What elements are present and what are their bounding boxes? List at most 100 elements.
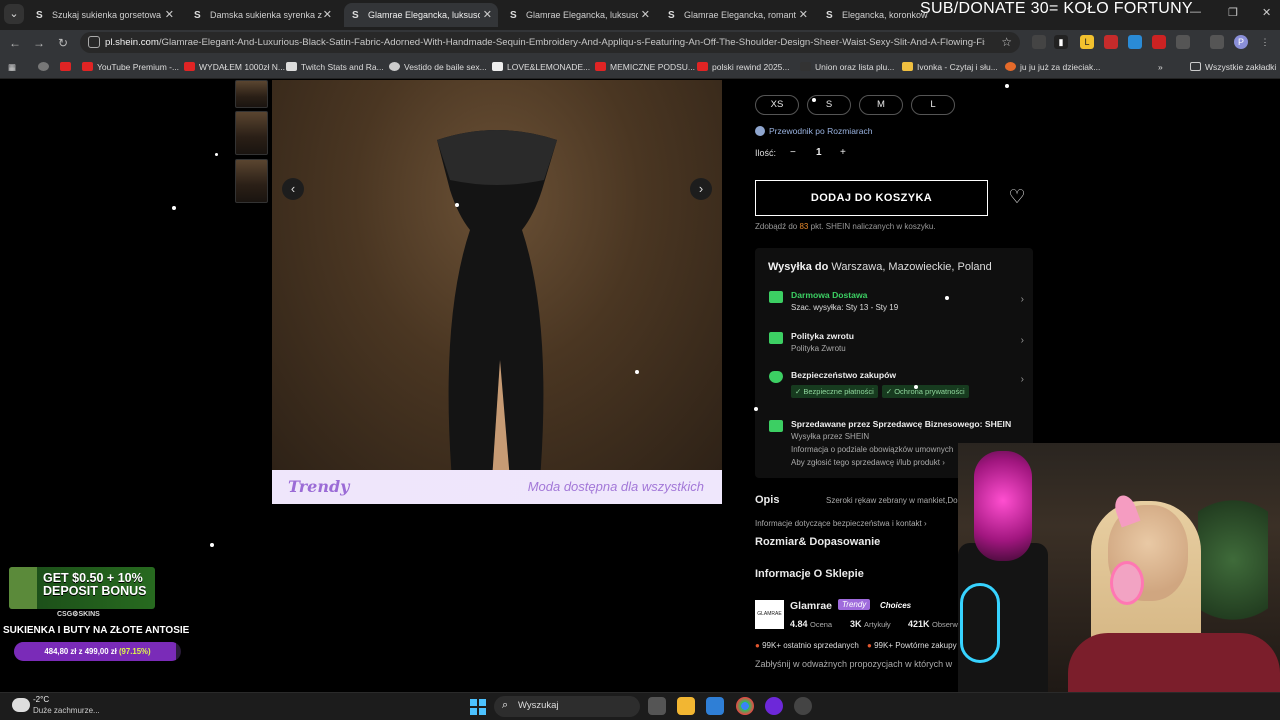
weather-desc[interactable]: Duże zachmurze... [33,706,100,715]
bookmark-star-icon[interactable]: ☆ [1001,35,1012,49]
extension-icon[interactable] [1152,35,1166,49]
site-info-icon[interactable] [88,36,100,48]
address-bar[interactable]: pl.shein.com/Glamrae-Elegant-And-Luxurio… [80,32,1020,53]
bookmark-youtube-premium[interactable]: YouTube Premium -... [82,60,179,74]
size-m-button[interactable]: M [859,95,903,115]
extensions-puzzle-icon[interactable] [1176,35,1190,49]
tab-search-button[interactable]: ⌄ [4,4,24,24]
points-info: Zdobądź do 83 pkt. SHEIN naliczanych w k… [755,222,936,231]
minimize-icon[interactable]: — [1190,6,1201,18]
bookmark-1[interactable] [60,60,75,74]
weather-temp[interactable]: -2°C [33,695,49,704]
size-fit-heading[interactable]: Rozmiar& Dopasowanie [755,536,880,548]
taskbar: -2°C Duże zachmurze... ⌕ Wyszukaj [0,692,1280,720]
forward-icon[interactable]: → [30,34,48,52]
returns-icon [769,332,783,344]
task-view-icon[interactable] [648,697,666,715]
shein-favicon-icon: S [826,10,833,21]
chrome-icon[interactable] [736,697,754,715]
youtube-icon [82,62,93,71]
store-icon[interactable] [706,697,724,715]
close-tab-icon[interactable]: ✕ [483,3,492,27]
store-logo[interactable]: GLAMRAE [755,600,784,629]
tab-title: Elegancka, koronkowa, [842,10,928,20]
add-to-cart-button[interactable]: DODAJ DO KOSZYKA [755,180,988,216]
quantity-label: Ilość: [755,148,777,158]
product-main-image[interactable]: ‹ › [272,80,722,470]
seller-contract-info[interactable]: Informacja o podziale obowiązków umownyc… [791,445,953,454]
bookmark-polski-rewind[interactable]: polski rewind 2025... [697,60,790,74]
snow-particle [812,98,816,102]
close-window-icon[interactable]: ✕ [1262,6,1271,19]
quantity-minus-button[interactable]: − [790,147,796,158]
close-tab-icon[interactable]: ✕ [165,3,174,27]
report-seller-link[interactable]: Aby zgłosić tego sprzedawcę i/lub produk… [791,458,945,467]
bookmark-memiczne[interactable]: MEMICZNE PODSU... [595,60,695,74]
tab-media-icon[interactable] [1210,35,1224,49]
file-explorer-icon[interactable] [677,697,695,715]
size-xs-button[interactable]: XS [755,95,799,115]
promo-line2: DEPOSIT BONUS [43,584,147,598]
recent-sales-text: 99K+ ostatnio sprzedanych [762,641,859,650]
product-thumbnail[interactable] [235,159,268,203]
maximize-icon[interactable]: ❐ [1228,6,1238,19]
tab-3[interactable]: S Glamrae Elegancka, luksusowa✕ [502,3,656,27]
size-l-button[interactable]: L [911,95,955,115]
profile-avatar[interactable]: P [1234,35,1248,49]
snow-particle [914,385,918,389]
shein-favicon-icon: S [668,10,675,21]
obs-icon[interactable] [765,697,783,715]
tab-0[interactable]: S Szukaj sukienka gorsetowa | SH✕ [28,3,180,27]
tab-title: Szukaj sukienka gorsetowa | SH [52,10,164,20]
trendy-banner[interactable]: Trendy Moda dostępna dla wszystkich [272,470,722,504]
bookmark-wydalem[interactable]: WYDAŁEM 1000zł N... [184,60,285,74]
tab-2-active[interactable]: S Glamrae Elegancka, luksusowa✕ [344,3,498,27]
prev-image-button[interactable]: ‹ [282,178,304,200]
apps-grid-icon[interactable]: ▦ [8,60,16,74]
size-guide-link[interactable]: Przewodnik po Rozmiarach [755,126,872,136]
all-bookmarks[interactable]: Wszystkie zakładki [1190,60,1276,74]
next-image-button[interactable]: › [690,178,712,200]
quantity-plus-button[interactable]: + [840,147,846,158]
bookmark-ivonka[interactable]: Ivonka - Czytaj i słu... [902,60,998,74]
chevron-right-icon: › [1020,294,1024,305]
menu-kebab-icon[interactable]: ⋮ [1258,35,1272,49]
description-heading[interactable]: Opis [755,494,779,506]
tab-title: Glamrae Elegancka, luksusowa [368,10,480,20]
product-thumbnail[interactable] [235,111,268,155]
extension-icon[interactable] [1104,35,1118,49]
bookmark-twitch-stats[interactable]: Twitch Stats and Ra... [286,60,384,74]
cloud-icon[interactable] [12,698,30,712]
bookmark-vestido[interactable]: Vestido de baile sex... [389,60,487,74]
extension-icon[interactable]: L [1080,35,1094,49]
back-icon[interactable]: ← [6,34,24,52]
extension-icon[interactable] [1128,35,1142,49]
taskbar-search[interactable]: ⌕ Wyszukaj [494,696,640,717]
wishlist-heart-icon[interactable]: ♡ [1000,184,1034,214]
shipping-title[interactable]: Wysyłka do Warszawa, Mazowieckie, Poland [768,261,992,273]
extension-icon[interactable]: ▮ [1054,35,1068,49]
bookmarks-overflow-icon[interactable]: » [1158,60,1163,74]
safety-info-link[interactable]: Informacje dotyczące bezpieczeństwa i ko… [755,519,927,528]
store-info-heading[interactable]: Informacje O Sklepie [755,568,864,580]
tab-4[interactable]: S Glamrae Elegancka, romantycz✕ [660,3,814,27]
product-thumbnail[interactable] [235,80,268,108]
tab-1[interactable]: S Damska sukienka syrenka z głę✕ [186,3,338,27]
bookmark-0[interactable] [38,60,53,74]
windows-start-icon[interactable] [470,699,486,715]
close-tab-icon[interactable]: ✕ [641,3,650,27]
youtube-icon [184,62,195,71]
bookmark-union[interactable]: Union oraz lista plu... [800,60,894,74]
bookmark-ju-ju[interactable]: ju ju już za dzieciak... [1005,60,1100,74]
close-tab-icon[interactable]: ✕ [323,3,332,27]
tab-5[interactable]: S Elegancka, koronkowa, [818,3,928,27]
reload-icon[interactable]: ↻ [54,34,72,52]
bookmark-love-lemonade[interactable]: LOVE&LEMONADE... [492,60,590,74]
quantity-value[interactable]: 1 [816,147,822,158]
close-tab-icon[interactable]: ✕ [799,3,808,27]
store-name[interactable]: Glamrae [790,600,832,612]
seller-title: Sprzedawane przez Sprzedawcę Biznesowego… [791,419,1012,429]
snow-particle [1005,84,1009,88]
extension-icon[interactable] [1032,35,1046,49]
steam-icon[interactable] [794,697,812,715]
